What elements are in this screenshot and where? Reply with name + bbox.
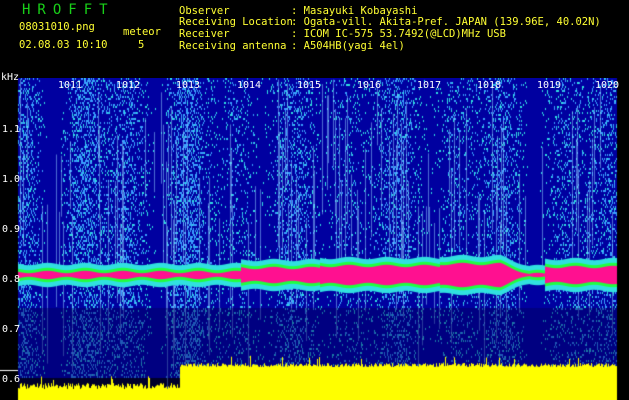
hrofft-screen: HROFFT 08031010.png meteor 02.08.03 10:1…	[0, 0, 629, 400]
time-tick: 1012	[116, 80, 141, 91]
receiver-value: : ICOM IC-575 53.7492(@LCD)MHz USB	[291, 28, 506, 40]
datetime: 02.08.03 10:10	[19, 39, 108, 51]
time-tick: 1018	[477, 80, 502, 91]
spectrogram-canvas	[0, 78, 629, 400]
time-tick: 1015	[297, 80, 322, 91]
y-tick: 1.0	[2, 174, 21, 185]
y-tick: 0.9	[2, 224, 21, 235]
receiver-label: Receiver	[179, 28, 230, 40]
y-axis-unit: kHz	[1, 72, 20, 83]
antenna-label: Receiving antenna	[179, 40, 287, 52]
time-tick: 1016	[357, 80, 382, 91]
meteor-label: meteor	[123, 26, 161, 38]
y-tick: 0.7	[2, 324, 21, 335]
location-value: : Ogata-vill. Akita-Pref. JAPAN (139.96E…	[291, 16, 601, 28]
time-tick: 1011	[58, 80, 83, 91]
time-tick: 1014	[237, 80, 262, 91]
observer-value: : Masayuki Kobayashi	[291, 5, 418, 17]
program-title: HROFFT	[22, 2, 115, 18]
time-tick: 1020	[595, 80, 620, 91]
time-tick: 1017	[417, 80, 442, 91]
antenna-value: : A504HB(yagi 4el)	[291, 40, 405, 52]
observer-label: Observer	[179, 5, 230, 17]
y-tick: 0.8	[2, 274, 21, 285]
y-tick: 0.6	[2, 374, 21, 385]
filename: 08031010.png	[19, 21, 95, 33]
time-tick: 1013	[176, 80, 201, 91]
time-tick: 1019	[537, 80, 562, 91]
location-label: Receiving Location	[179, 16, 293, 28]
y-tick: 1.1	[2, 124, 21, 135]
meteor-count: 5	[138, 39, 145, 51]
